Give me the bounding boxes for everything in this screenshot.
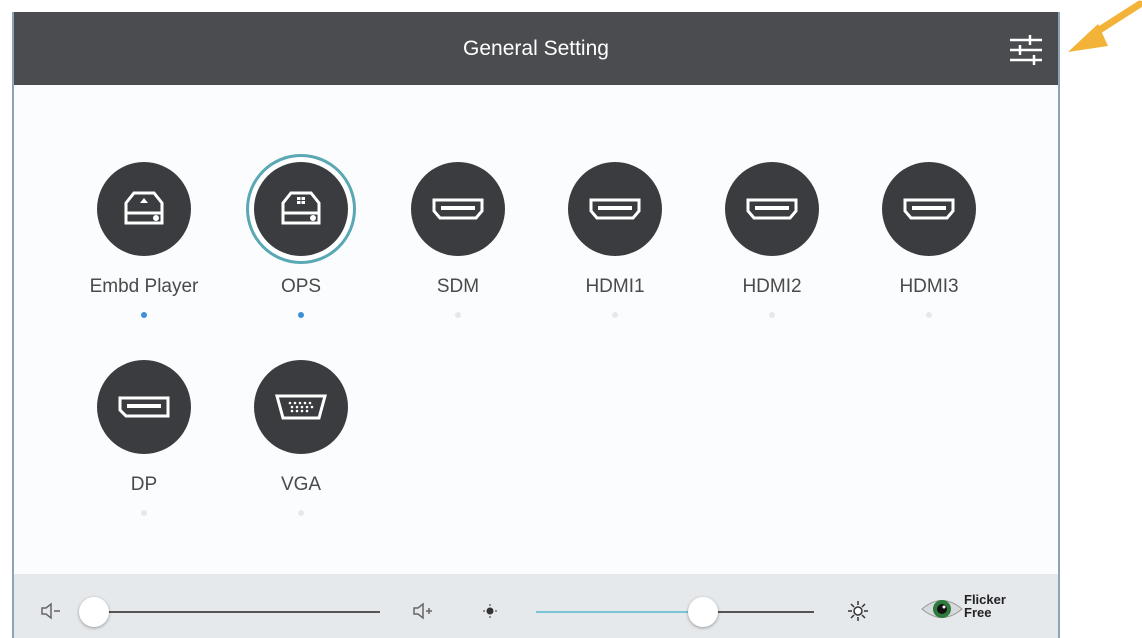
sliders-icon[interactable]: [1008, 32, 1044, 68]
status-dot: [455, 312, 461, 318]
source-ops[interactable]: OPS: [231, 162, 371, 318]
source-label: OPS: [280, 276, 322, 297]
status-dot: [141, 510, 147, 516]
pointer-arrow-icon: [1068, 0, 1142, 52]
ops-icon: [254, 162, 348, 256]
brightness-slider-knob[interactable]: [687, 597, 718, 627]
quick-controls-bar: Flicker Free: [14, 574, 1058, 638]
brightness-low-icon[interactable]: [483, 604, 497, 623]
source-vga[interactable]: VGA: [231, 360, 371, 516]
media-player-icon: [97, 162, 191, 256]
vga-port-icon: [254, 360, 348, 454]
volume-slider-track[interactable]: [94, 611, 380, 613]
header-bar: General Setting: [14, 12, 1058, 85]
source-label: VGA: [280, 474, 322, 495]
page-title: General Setting: [463, 36, 609, 60]
source-hdmi2[interactable]: HDMI2: [702, 162, 842, 318]
source-embd-player[interactable]: Embd Player: [74, 162, 214, 318]
source-label: HDMI3: [899, 276, 959, 297]
hdmi-port-icon: [568, 162, 662, 256]
source-hdmi3[interactable]: HDMI3: [859, 162, 999, 318]
source-dp[interactable]: DP: [74, 360, 214, 516]
source-hdmi1[interactable]: HDMI1: [545, 162, 685, 318]
volume-slider-knob[interactable]: [79, 597, 109, 627]
status-dot: [612, 312, 618, 318]
flicker-free-toggle[interactable]: Flicker Free: [920, 592, 1024, 626]
source-label: DP: [130, 474, 158, 495]
source-label: HDMI2: [742, 276, 802, 297]
source-label: Embd Player: [89, 276, 199, 297]
volume-up-icon[interactable]: [412, 602, 434, 625]
hdmi-port-icon: [725, 162, 819, 256]
status-dot: [926, 312, 932, 318]
status-dot: [769, 312, 775, 318]
brightness-slider-fill: [536, 611, 703, 613]
hdmi-port-icon: [882, 162, 976, 256]
brightness-high-icon[interactable]: [848, 601, 868, 626]
source-label: HDMI1: [585, 276, 645, 297]
source-sdm[interactable]: SDM: [388, 162, 528, 318]
status-dot: [298, 312, 304, 318]
general-setting-panel: General Setting Embd Player OPS SDM HDMI…: [12, 12, 1060, 638]
source-label: SDM: [436, 276, 480, 297]
status-dot: [141, 312, 147, 318]
eye-icon: [921, 600, 963, 618]
hdmi-port-icon: [411, 162, 505, 256]
status-dot: [298, 510, 304, 516]
displayport-icon: [97, 360, 191, 454]
flicker-free-line2: Free: [964, 605, 992, 620]
volume-down-icon[interactable]: [40, 602, 62, 625]
